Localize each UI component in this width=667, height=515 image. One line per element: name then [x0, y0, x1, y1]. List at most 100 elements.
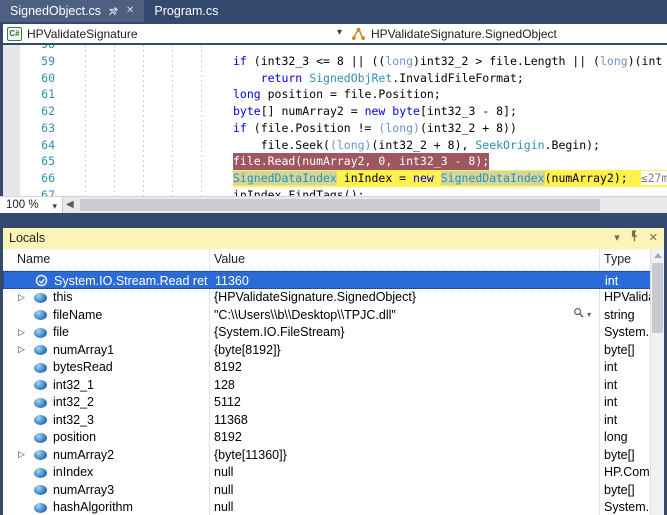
- variable-value[interactable]: {byte[8192]}: [214, 343, 574, 357]
- locals-row-int32-3[interactable]: int32_311368int: [3, 411, 664, 429]
- locals-row-bytesread[interactable]: bytesRead8192int: [3, 359, 664, 377]
- variable-icon: [34, 293, 47, 303]
- variable-icon: [34, 485, 47, 495]
- expand-arrow-icon[interactable]: ▷: [18, 292, 25, 303]
- code-line-67[interactable]: 67inIndex.FindTags();: [0, 187, 667, 196]
- locals-row-int32-1[interactable]: int32_1128int: [3, 376, 664, 394]
- locals-row-hashalgorithm[interactable]: hashAlgorithm null System.S: [3, 499, 664, 515]
- variable-value[interactable]: 11360: [215, 274, 575, 288]
- type-dropdown[interactable]: HPValidateSignature.SignedObject: [347, 24, 667, 43]
- column-header-value[interactable]: Value: [214, 252, 245, 266]
- variable-name: hashAlgorithm: [53, 500, 207, 514]
- variable-icon: [34, 328, 47, 338]
- locals-row-numarray3[interactable]: numArray3nullbyte[]: [3, 481, 664, 499]
- navigation-bar: C# HPValidateSignature ▾ HPValidateSigna…: [0, 22, 667, 45]
- line-number: 65: [18, 153, 55, 170]
- code-line-60[interactable]: 60 return SignedObjRet.InvalidFileFormat…: [0, 70, 667, 87]
- editor-zoom-value: 100 %: [6, 199, 39, 211]
- code-line-58[interactable]: 58: [0, 45, 667, 53]
- variable-type: int: [604, 413, 653, 427]
- tab-program-cs[interactable]: Program.cs: [144, 0, 228, 22]
- line-number: 59: [18, 53, 55, 70]
- locals-row-position[interactable]: position8192long: [3, 429, 664, 447]
- code-text: if (file.Position != (long)(int32_2 + 8)…: [233, 120, 517, 137]
- line-number: 60: [18, 70, 55, 87]
- pin-icon[interactable]: [630, 228, 639, 249]
- code-line-63[interactable]: 63if (file.Position != (long)(int32_2 + …: [0, 120, 667, 137]
- tab-signedobject-cs[interactable]: SignedObject.cs ✕: [0, 0, 144, 22]
- horizontal-scrollbar-thumb[interactable]: [80, 199, 600, 211]
- variable-icon: [34, 380, 47, 390]
- code-line-62[interactable]: 62 byte[] numArray2 = new byte[int32_3 - …: [0, 103, 667, 120]
- close-icon[interactable]: ✕: [126, 6, 134, 16]
- variable-name: numArray2: [53, 448, 207, 462]
- locals-row-numarray1[interactable]: ▷numArray1{byte[8192]}byte[]: [3, 341, 664, 359]
- code-line-66[interactable]: 66SignedDataIndex inIndex = new SignedDa…: [0, 170, 667, 187]
- locals-grid-header[interactable]: Name Value Type: [3, 249, 664, 271]
- variable-value[interactable]: 11368: [214, 413, 574, 427]
- variable-value[interactable]: null: [214, 483, 574, 497]
- variable-type: HPValidateSignature.SignedObject: [604, 290, 653, 304]
- variable-value[interactable]: 8192: [214, 430, 574, 444]
- variable-value[interactable]: 128: [214, 378, 574, 392]
- code-line-59[interactable]: 59 if (int32_3 <= 8 || ((long)int32_2 > f…: [0, 53, 667, 70]
- code-text: if (int32_3 <= 8 || ((long)int32_2 > fil…: [233, 53, 662, 70]
- variable-value[interactable]: null: [214, 465, 574, 479]
- code-line-61[interactable]: 61long position = file.Position;: [0, 86, 667, 103]
- pin-icon[interactable]: [108, 6, 119, 17]
- locals-row-inindex[interactable]: inIndexnullHP.Com: [3, 464, 664, 482]
- variable-value[interactable]: 8192: [214, 360, 574, 374]
- variable-name: System.IO.Stream.Read returned: [54, 274, 208, 288]
- variable-value[interactable]: "C:\\Users\\b\\Desktop\\TPJC.dll": [214, 308, 574, 322]
- visual-studio-window: SignedObject.cs ✕ Program.cs C# HPValida…: [0, 0, 667, 515]
- variable-type: int: [604, 395, 653, 409]
- variable-value[interactable]: {System.IO.FileStream}: [214, 325, 574, 339]
- csharp-project-icon: C#: [7, 27, 22, 41]
- locals-title-bar[interactable]: Locals ▾ ✕: [3, 228, 664, 249]
- variable-value[interactable]: null: [214, 500, 574, 514]
- variable-name: fileName: [53, 308, 207, 322]
- locals-row-system-io-stream-read-returned[interactable]: System.IO.Stream.Read returned11360int: [3, 271, 664, 289]
- variable-type: System.S: [604, 500, 653, 514]
- chevron-down-icon: ▾: [52, 198, 57, 214]
- code-line-64[interactable]: 64 file.Seek((long)(int32_2 + 8), SeekOr…: [0, 137, 667, 154]
- column-header-name[interactable]: Name: [17, 252, 50, 266]
- perf-tip[interactable]: ≤27ms: [641, 171, 667, 185]
- vertical-scrollbar-thumb[interactable]: [652, 263, 663, 333]
- scroll-left-button[interactable]: ◀: [66, 199, 74, 210]
- line-number: 62: [18, 103, 55, 120]
- variable-type: long: [604, 430, 653, 444]
- expand-arrow-icon[interactable]: ▷: [18, 327, 25, 338]
- variable-name: numArray1: [53, 343, 207, 357]
- text-visualizer-magnifier-icon[interactable]: ▾: [573, 307, 591, 320]
- locals-row-numarray2[interactable]: ▷numArray2{byte[11360]}byte[]: [3, 446, 664, 464]
- project-dropdown[interactable]: C# HPValidateSignature ▾: [3, 24, 348, 43]
- variable-icon: [34, 363, 47, 373]
- panel-splitter[interactable]: [0, 213, 667, 228]
- code-text: return SignedObjRet.InvalidFileFormat;: [233, 70, 524, 87]
- locals-row-this[interactable]: ▷this{HPValidateSignature.SignedObject}H…: [3, 289, 664, 307]
- locals-row-filename[interactable]: fileName "C:\\Users\\b\\Desktop\\TPJC.dll…: [3, 306, 664, 324]
- scroll-up-arrow-icon[interactable]: [654, 253, 662, 258]
- vertical-scrollbar[interactable]: [650, 249, 664, 515]
- code-text: file.Seek((long)(int32_2 + 8), SeekOrigi…: [233, 137, 600, 154]
- locals-row-int32-2[interactable]: int32_25112int: [3, 394, 664, 412]
- code-editor[interactable]: 5859 if (int32_3 <= 8 || ((long)int32_2 >…: [0, 45, 667, 196]
- code-text: byte[] numArray2 = new byte[int32_3 - 8]…: [233, 103, 517, 120]
- close-icon[interactable]: ✕: [649, 233, 658, 244]
- variable-value[interactable]: {byte[11360]}: [214, 448, 574, 462]
- variable-value[interactable]: {HPValidateSignature.SignedObject}: [214, 290, 574, 304]
- locals-row-file[interactable]: ▷file{System.IO.FileStream}System.IO.Fil…: [3, 324, 664, 342]
- editor-zoom-dropdown[interactable]: 100 % ▾: [0, 197, 63, 213]
- locals-grid: System.IO.Stream.Read returned 11360 int ▷t…: [3, 271, 664, 515]
- variable-icon: [34, 433, 47, 443]
- line-number: 66: [18, 170, 55, 187]
- expand-arrow-icon[interactable]: ▷: [18, 344, 25, 355]
- tab-label: Program.cs: [154, 4, 218, 18]
- column-header-type[interactable]: Type: [604, 252, 631, 266]
- code-line-65[interactable]: 65file.Read(numArray2, 0, int32_3 - 8);: [0, 153, 667, 170]
- document-tab-bar: SignedObject.cs ✕ Program.cs: [0, 0, 667, 22]
- expand-arrow-icon[interactable]: ▷: [18, 449, 25, 460]
- variable-value[interactable]: 5112: [214, 395, 574, 409]
- window-position-caret-icon[interactable]: ▾: [614, 233, 620, 244]
